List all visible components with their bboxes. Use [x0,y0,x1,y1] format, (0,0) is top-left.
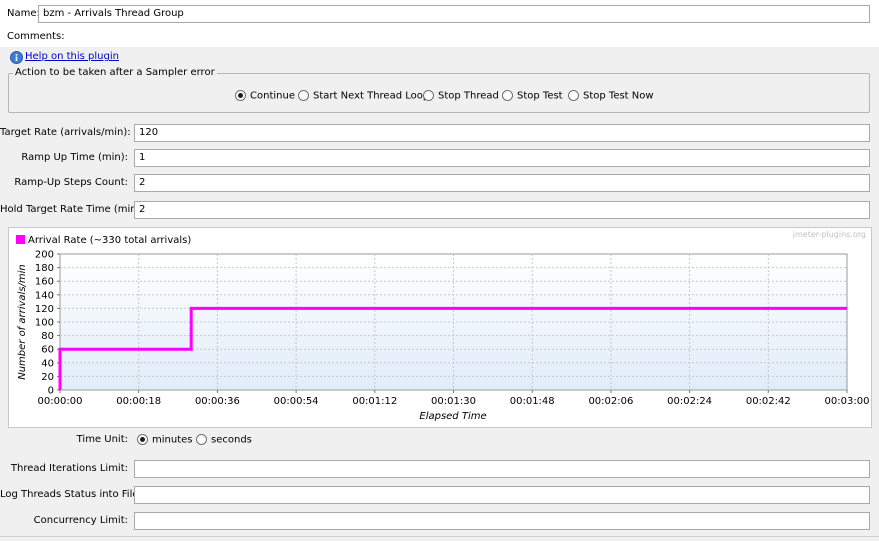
ramp-up-time-input[interactable]: 1 [134,149,870,167]
x-tick-label: 00:02:06 [588,396,633,407]
name-input[interactable]: bzm - Arrivals Thread Group [38,5,870,23]
x-tick-label: 00:01:48 [510,396,555,407]
y-tick-label: 100 [35,318,54,329]
x-tick-label: 00:00:18 [116,396,161,407]
y-tick-label: 160 [35,277,54,288]
x-ticks: 00:00:00 00:00:18 00:00:36 00:00:54 00:01:12… [38,390,870,407]
bottom-divider [0,536,879,537]
x-tick-label: 00:03:00 [825,396,870,407]
log-threads-input[interactable] [134,486,870,504]
chart-svg: jmeter-plugins.org Arrival Rate (~330 to… [16,230,870,422]
y-tick-label: 60 [41,345,54,356]
radio-stop-test-now-button[interactable] [568,90,579,101]
help-row: Help on this plugin [0,47,879,65]
radio-seconds[interactable]: seconds [196,434,252,447]
iterations-input[interactable] [134,460,870,478]
x-tick-label: 00:01:12 [352,396,397,407]
radio-stop-thread[interactable]: Stop Thread [423,90,499,103]
y-tick-label: 120 [35,304,54,315]
radio-minutes-label: minutes [152,434,193,446]
y-axis-label: Number of arrivals/min [17,264,28,380]
concurrency-label: Concurrency Limit: [33,515,128,526]
radio-stop-test-label: Stop Test [517,90,563,102]
help-link[interactable]: Help on this plugin [25,51,119,62]
info-icon [10,51,23,64]
comments-label[interactable]: Comments: [7,31,65,42]
x-tick-label: 00:02:24 [667,396,712,407]
ramp-up-time-label: Ramp Up Time (min): [21,152,128,163]
y-tick-label: 80 [41,331,54,342]
radio-continue-button[interactable] [235,90,246,101]
radio-continue-label: Continue [250,90,295,102]
x-tick-label: 00:00:54 [274,396,319,407]
y-tick-label: 40 [41,358,54,369]
y-ticks: 0 20 40 60 80 100 120 140 160 180 200 [35,250,60,397]
x-tick-label: 00:02:42 [746,396,791,407]
radio-stop-thread-label: Stop Thread [438,90,499,102]
log-threads-label: Log Threads Status into File: [0,489,142,500]
radio-stop-thread-button[interactable] [423,90,434,101]
radio-seconds-button[interactable] [196,434,207,445]
chart-legend: Arrival Rate (~330 total arrivals) [28,235,191,246]
y-tick-label: 20 [41,372,54,383]
y-tick-label: 140 [35,290,54,301]
name-row: Name: bzm - Arrivals Thread Group [0,0,879,25]
radio-start-next-thread-loop[interactable]: Start Next Thread Loop [298,90,429,103]
x-tick-label: 00:01:30 [431,396,476,407]
sampler-error-legend: Action to be taken after a Sampler error [13,67,217,78]
y-tick-label: 180 [35,263,54,274]
radio-start-next-label: Start Next Thread Loop [313,90,430,102]
y-tick-label: 0 [48,386,54,397]
ramp-up-steps-label: Ramp-Up Steps Count: [14,177,128,188]
radio-stop-test-now-label: Stop Test Now [583,90,654,102]
chart-watermark: jmeter-plugins.org [792,230,866,239]
hold-time-input[interactable]: 2 [134,201,870,219]
comments-row: Comments: [0,25,879,47]
target-rate-input[interactable]: 120 [134,124,870,142]
radio-seconds-label: seconds [211,434,252,446]
iterations-label: Thread Iterations Limit: [10,463,128,474]
radio-stop-test[interactable]: Stop Test [502,90,563,103]
ramp-up-steps-input[interactable]: 2 [134,174,870,192]
y-tick-label: 200 [35,250,54,261]
radio-minutes-button[interactable] [137,434,148,445]
arrival-rate-chart: jmeter-plugins.org Arrival Rate (~330 to… [8,227,872,428]
x-tick-label: 00:00:36 [195,396,240,407]
hold-time-label: Hold Target Rate Time (min): [0,204,144,215]
time-unit-label: Time Unit: [76,434,128,445]
legend-swatch [16,235,25,244]
concurrency-input[interactable] [134,512,870,530]
x-tick-label: 00:00:00 [38,396,83,407]
radio-stop-test-button[interactable] [502,90,513,101]
radio-stop-test-now[interactable]: Stop Test Now [568,90,654,103]
name-label: Name: [7,8,40,19]
radio-continue[interactable]: Continue [235,90,295,103]
radio-minutes[interactable]: minutes [137,434,192,447]
x-axis-label: Elapsed Time [419,411,486,422]
target-rate-label: Target Rate (arrivals/min): [0,127,131,138]
radio-start-next-button[interactable] [298,90,309,101]
